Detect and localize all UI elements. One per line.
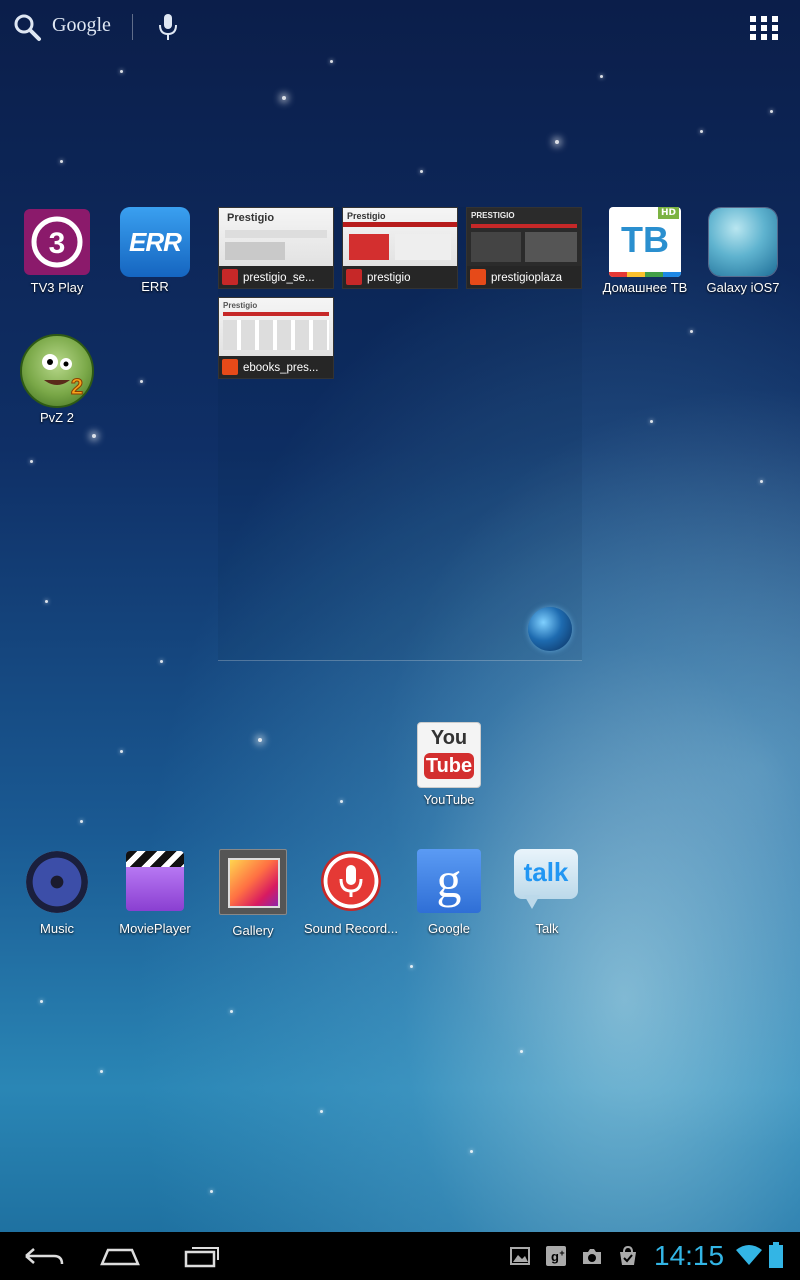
app-label: PvZ 2 — [40, 410, 74, 425]
app-music[interactable]: Music — [7, 851, 107, 936]
browser-bookmarks-widget[interactable]: Prestigio prestigio_se... Prestigio pres… — [218, 207, 582, 661]
bookmark-name: prestigio_se... — [243, 272, 315, 284]
search-icon[interactable] — [12, 12, 42, 42]
image-notification-icon[interactable] — [510, 1246, 530, 1266]
tv3-play-icon: 3 — [24, 209, 90, 275]
app-label: YouTube — [423, 792, 475, 807]
app-label: Talk — [535, 921, 559, 936]
play-store-notification-icon[interactable] — [618, 1246, 638, 1266]
talk-bubble-icon: talk — [514, 849, 580, 913]
app-label: ERR — [141, 279, 169, 294]
app-label: Домашнее ТВ — [602, 280, 688, 295]
recent-apps-icon[interactable] — [172, 1240, 232, 1272]
pvz-2-icon: 2 — [20, 334, 94, 408]
hd-badge: HD — [657, 207, 679, 219]
youtube-logo-you: You — [430, 727, 468, 749]
bookmark-thumbnail: Prestigio — [219, 208, 333, 266]
all-apps-icon[interactable] — [750, 16, 778, 40]
svg-text:2: 2 — [71, 374, 83, 399]
app-talk[interactable]: talk Talk — [497, 849, 597, 936]
app-google[interactable]: g Google — [399, 849, 499, 936]
app-label: Gallery — [232, 923, 274, 938]
svg-text:3: 3 — [49, 227, 66, 260]
home-icon[interactable] — [90, 1240, 150, 1272]
app-label: Galaxy iOS7 — [706, 280, 780, 295]
domashnee-tv-icon: HD ТВ — [609, 207, 681, 277]
app-galaxy-ios7[interactable]: Galaxy iOS7 — [693, 208, 793, 295]
youtube-icon: You Tube — [417, 722, 481, 788]
system-navigation-bar: g + 14:15 — [0, 1232, 800, 1280]
bookmark-name: prestigio — [367, 272, 411, 284]
bookmark-thumbnail: Prestigio — [343, 208, 457, 266]
app-label: TV3 Play — [30, 280, 84, 295]
google-search-bar[interactable]: Google — [0, 0, 800, 56]
status-clock[interactable]: 14:15 — [654, 1240, 724, 1272]
youtube-logo-tube: Tube — [424, 753, 474, 779]
app-pvz-2[interactable]: 2 PvZ 2 — [7, 334, 107, 425]
app-label: Google — [428, 921, 470, 936]
clapperboard-icon — [126, 851, 184, 911]
svg-text:g: g — [551, 1249, 559, 1264]
bookmark-favicon — [346, 269, 362, 285]
bookmark-favicon — [470, 269, 486, 285]
speaker-icon — [26, 851, 88, 913]
microphone-icon[interactable] — [156, 12, 180, 42]
app-err[interactable]: ERR ERR — [105, 207, 205, 294]
search-divider — [132, 14, 133, 40]
google-g-letter: g — [436, 852, 462, 908]
microphone-recorder-icon — [321, 851, 381, 911]
app-domashnee-tv[interactable]: HD ТВ Домашнее ТВ — [595, 207, 695, 295]
app-movieplayer[interactable]: MoviePlayer — [105, 851, 205, 936]
app-youtube[interactable]: You Tube YouTube — [399, 722, 499, 807]
app-label: Music — [40, 921, 74, 936]
wifi-icon[interactable] — [736, 1244, 762, 1266]
err-logo-text: ERR — [129, 226, 182, 257]
gallery-icon — [219, 849, 287, 915]
camera-notification-icon[interactable] — [582, 1246, 602, 1266]
bookmark-thumbnail: PRESTIGIO — [467, 208, 581, 266]
back-icon[interactable] — [12, 1240, 72, 1272]
bookmark-tile[interactable]: Prestigio prestigio_se... — [218, 207, 334, 289]
bookmark-name: prestigioplaza — [491, 272, 562, 284]
search-label[interactable]: Google — [52, 14, 111, 37]
google-icon: g — [417, 849, 481, 913]
bookmark-tile[interactable]: Prestigio prestigio — [342, 207, 458, 289]
bookmark-tile[interactable]: PRESTIGIO prestigioplaza — [466, 207, 582, 289]
svg-text:+: + — [559, 1248, 564, 1258]
galaxy-ios7-icon — [709, 208, 777, 276]
bookmark-favicon — [222, 359, 238, 375]
battery-icon[interactable] — [768, 1242, 784, 1268]
bookmark-favicon — [222, 269, 238, 285]
app-sound-recorder[interactable]: Sound Record... — [301, 851, 401, 936]
err-icon: ERR — [120, 207, 190, 277]
browser-globe-icon[interactable] — [528, 607, 572, 651]
app-label: MoviePlayer — [119, 921, 191, 936]
app-tv3-play[interactable]: 3 TV3 Play — [7, 209, 107, 295]
google-plus-notification-icon[interactable]: g + — [546, 1246, 566, 1266]
app-gallery[interactable]: Gallery — [203, 849, 303, 938]
bookmark-thumbnail: Prestigio — [219, 298, 333, 356]
bookmark-tile[interactable]: Prestigio ebooks_pres... — [218, 297, 334, 379]
tv-logo-text: ТВ — [621, 219, 669, 260]
talk-logo-text: talk — [523, 857, 569, 887]
bookmark-name: ebooks_pres... — [243, 362, 319, 374]
app-label: Sound Record... — [304, 921, 398, 936]
